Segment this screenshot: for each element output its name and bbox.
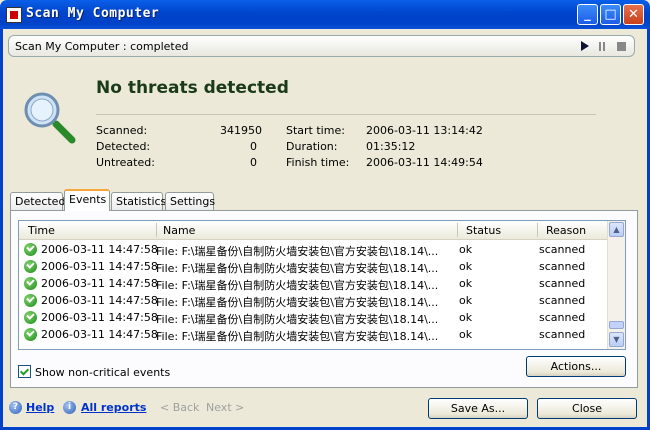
row-time: 2006-03-11 14:47:58 xyxy=(41,328,158,341)
table-row[interactable]: 2006-03-11 14:47:58 File: F:\瑞星备份\自制防火墙安… xyxy=(19,241,609,258)
close-button[interactable]: Close xyxy=(537,398,637,419)
check-circle-icon xyxy=(24,277,37,290)
row-status: ok xyxy=(459,243,473,256)
scan-result-headline: No threats detected xyxy=(96,78,289,98)
detected-label: Detected: xyxy=(96,140,151,153)
row-time: 2006-03-11 14:47:58 xyxy=(41,294,158,307)
row-status: ok xyxy=(459,260,473,273)
column-time[interactable]: Time xyxy=(28,224,55,237)
row-status: ok xyxy=(459,294,473,307)
scroll-up-button[interactable]: ▲ xyxy=(609,222,624,237)
magnifier-icon xyxy=(24,92,76,144)
tab-statistics[interactable]: Statistics xyxy=(111,192,166,210)
start-time-value: 2006-03-11 13:14:42 xyxy=(366,124,483,137)
next-button[interactable]: Next > xyxy=(206,401,244,414)
row-name: File: F:\瑞星备份\自制防火墙安装包\官方安装包\18.14\... xyxy=(156,245,439,258)
vertical-scrollbar[interactable]: ▲ ▼ xyxy=(607,221,625,349)
stop-icon[interactable] xyxy=(617,42,626,51)
actions-button[interactable]: Actions... xyxy=(526,356,626,377)
all-reports-link[interactable]: All reports xyxy=(81,401,146,414)
back-button[interactable]: < Back xyxy=(160,401,199,414)
untreated-value: 0 xyxy=(250,156,257,169)
row-reason: scanned xyxy=(539,260,586,273)
detected-value: 0 xyxy=(250,140,257,153)
show-noncritical-label[interactable]: Show non-critical events xyxy=(35,366,170,379)
maximize-button[interactable]: □ xyxy=(600,4,621,25)
row-name: File: F:\瑞星备份\自制防火墙安装包\官方安装包\18.14\... xyxy=(156,262,439,275)
column-status[interactable]: Status xyxy=(466,224,501,237)
events-list[interactable]: Time Name Status Reason 2006-03-11 14:47… xyxy=(18,220,626,350)
question-icon: ? xyxy=(9,401,22,414)
tab-detected[interactable]: Detected xyxy=(10,192,65,210)
finish-time-value: 2006-03-11 14:49:54 xyxy=(366,156,483,169)
window-title: Scan My Computer xyxy=(26,6,160,21)
tab-settings[interactable]: Settings xyxy=(165,192,215,210)
row-status: ok xyxy=(459,328,473,341)
check-circle-icon xyxy=(24,260,37,273)
show-noncritical-checkbox[interactable] xyxy=(18,365,31,378)
row-time: 2006-03-11 14:47:58 xyxy=(41,243,158,256)
summary-divider xyxy=(96,114,596,115)
finish-time-label: Finish time: xyxy=(286,156,350,169)
row-time: 2006-03-11 14:47:58 xyxy=(41,260,158,273)
play-icon[interactable] xyxy=(581,41,589,51)
row-reason: scanned xyxy=(539,243,586,256)
table-row[interactable]: 2006-03-11 14:47:58 File: F:\瑞星备份\自制防火墙安… xyxy=(19,275,609,292)
table-row[interactable]: 2006-03-11 14:47:58 File: F:\瑞星备份\自制防火墙安… xyxy=(19,326,609,343)
row-reason: scanned xyxy=(539,277,586,290)
table-row[interactable]: 2006-03-11 14:47:58 File: F:\瑞星备份\自制防火墙安… xyxy=(19,309,609,326)
row-time: 2006-03-11 14:47:58 xyxy=(41,277,158,290)
minimize-button[interactable]: _ xyxy=(577,4,598,25)
row-name: File: F:\瑞星备份\自制防火墙安装包\官方安装包\18.14\... xyxy=(156,330,439,343)
scroll-down-button[interactable]: ▼ xyxy=(609,332,624,347)
row-reason: scanned xyxy=(539,311,586,324)
row-name: File: F:\瑞星备份\自制防火墙安装包\官方安装包\18.14\... xyxy=(156,279,439,292)
shield-icon xyxy=(6,7,22,23)
duration-label: Duration: xyxy=(286,140,338,153)
column-separator[interactable] xyxy=(457,223,458,237)
tab-events[interactable]: Events xyxy=(64,189,110,211)
duration-value: 01:35:12 xyxy=(366,140,416,153)
row-reason: scanned xyxy=(539,328,586,341)
untreated-label: Untreated: xyxy=(96,156,155,169)
row-status: ok xyxy=(459,277,473,290)
table-row[interactable]: 2006-03-11 14:47:58 File: F:\瑞星备份\自制防火墙安… xyxy=(19,258,609,275)
scanned-label: Scanned: xyxy=(96,124,148,137)
check-circle-icon xyxy=(24,311,37,324)
scanned-value: 341950 xyxy=(220,124,262,137)
column-name[interactable]: Name xyxy=(163,224,195,237)
help-link[interactable]: Help xyxy=(26,401,54,414)
row-time: 2006-03-11 14:47:58 xyxy=(41,311,158,324)
row-reason: scanned xyxy=(539,294,586,307)
info-icon: i xyxy=(63,401,76,414)
save-as-button[interactable]: Save As... xyxy=(428,398,528,419)
row-status: ok xyxy=(459,311,473,324)
column-separator[interactable] xyxy=(537,223,538,237)
row-name: File: F:\瑞星备份\自制防火墙安装包\官方安装包\18.14\... xyxy=(156,313,439,326)
column-separator[interactable] xyxy=(156,223,157,237)
check-circle-icon xyxy=(24,328,37,341)
check-circle-icon xyxy=(24,294,37,307)
list-header: Time Name Status Reason xyxy=(19,221,609,240)
start-time-label: Start time: xyxy=(286,124,345,137)
pause-icon[interactable] xyxy=(599,42,605,51)
close-window-button[interactable]: ✕ xyxy=(623,4,644,25)
scroll-thumb[interactable] xyxy=(609,321,624,329)
row-name: File: F:\瑞星备份\自制防火墙安装包\官方安装包\18.14\... xyxy=(156,296,439,309)
column-reason[interactable]: Reason xyxy=(546,224,586,237)
scan-status-bar: Scan My Computer : completed xyxy=(8,35,635,57)
check-circle-icon xyxy=(24,243,37,256)
title-bar[interactable]: Scan My Computer _ □ ✕ xyxy=(0,0,650,29)
scan-status-text: Scan My Computer : completed xyxy=(15,40,189,53)
table-row[interactable]: 2006-03-11 14:47:58 File: F:\瑞星备份\自制防火墙安… xyxy=(19,292,609,309)
